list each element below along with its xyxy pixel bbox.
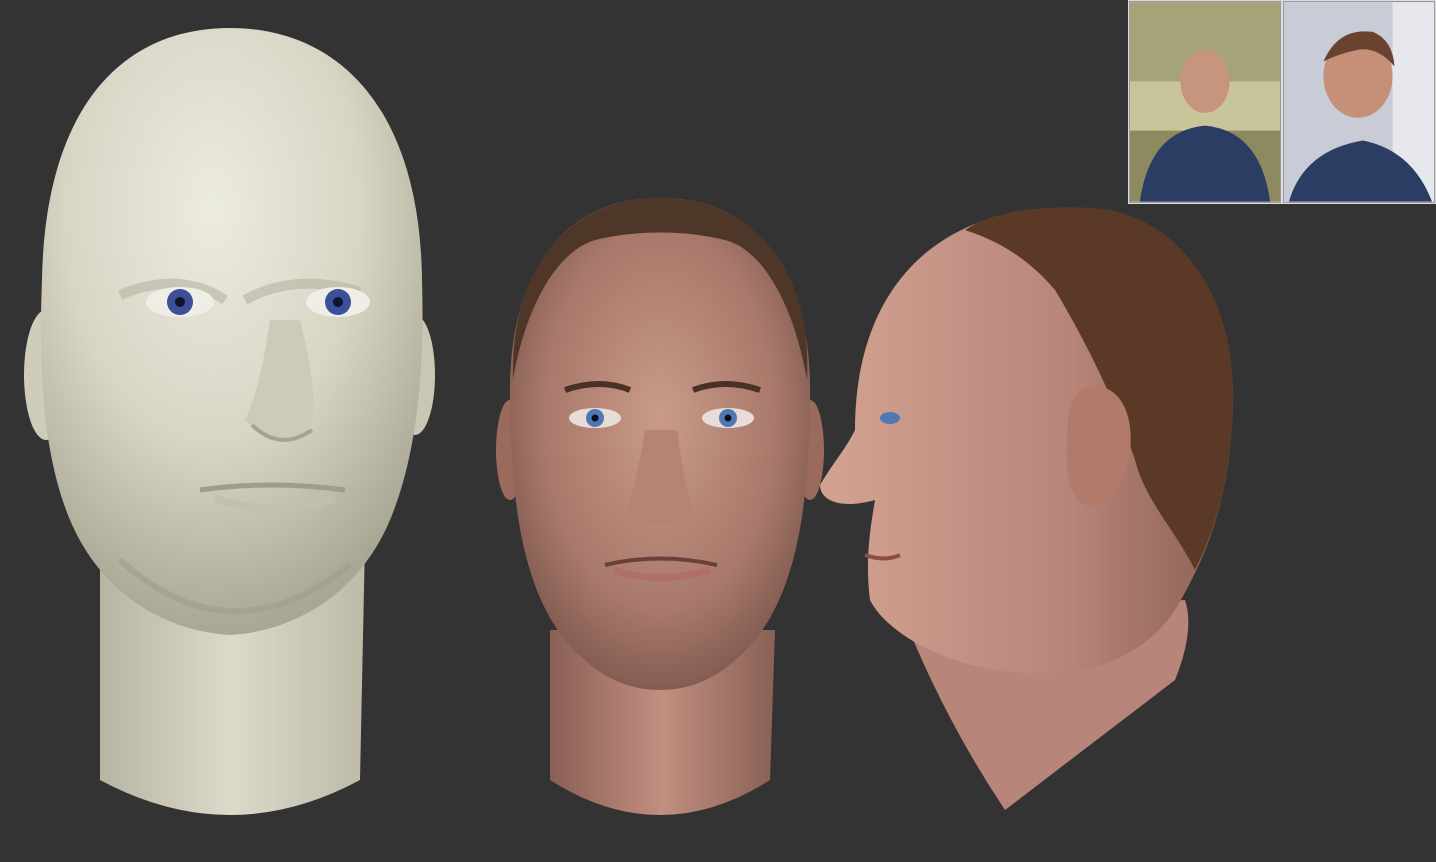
clay-sculpt-head-render: [24, 28, 435, 815]
textured-head-side-render: [820, 207, 1234, 810]
textured-head-front-render: [496, 198, 824, 815]
reference-photos-panel: [1128, 0, 1436, 204]
viewport-canvas[interactable]: [0, 0, 1436, 862]
reference-photo-front: [1129, 1, 1281, 203]
reference-photo-profile: [1283, 1, 1435, 203]
